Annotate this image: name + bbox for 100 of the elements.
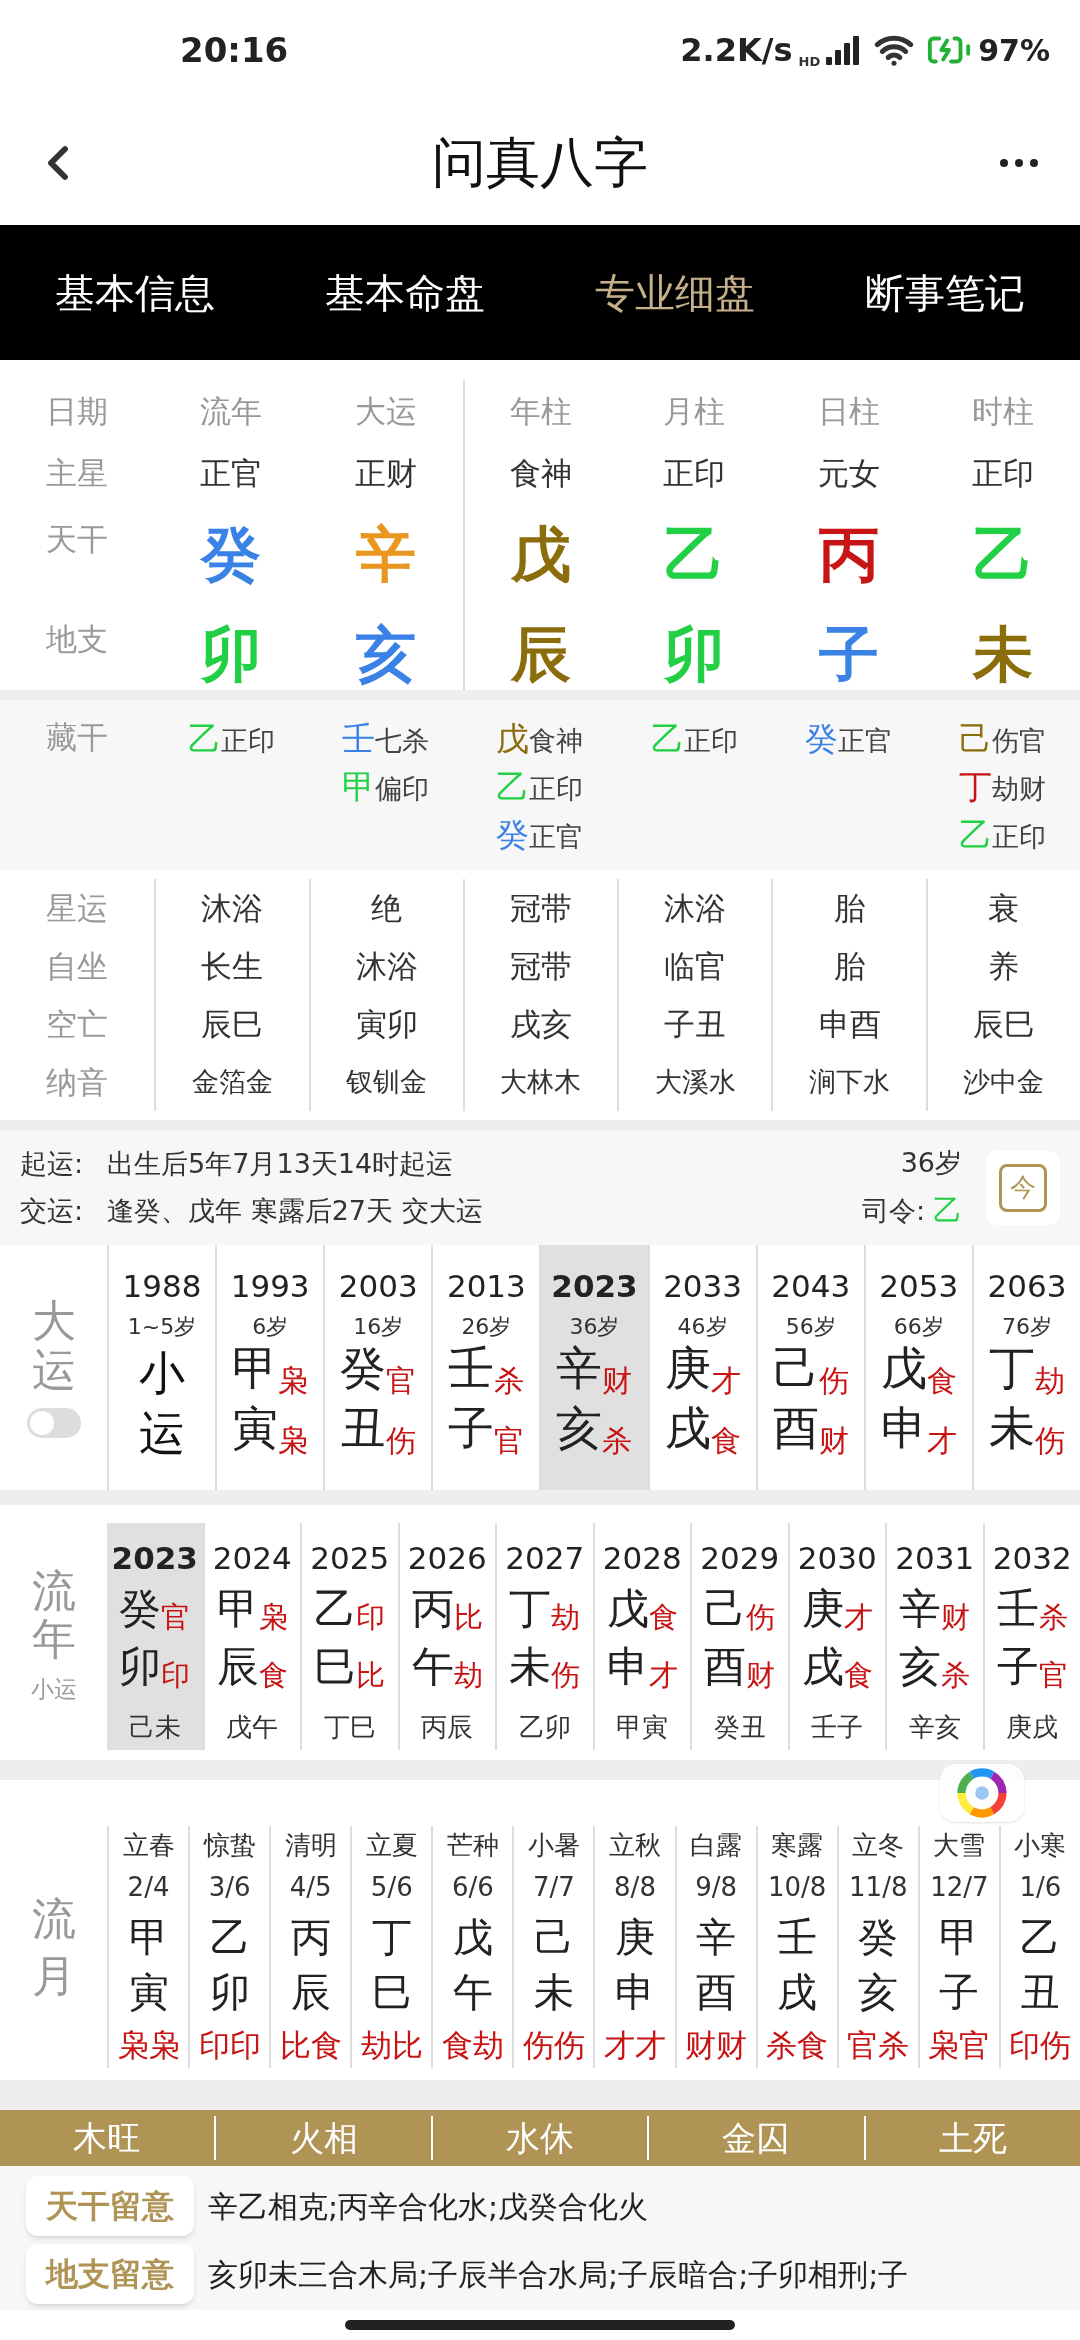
month-stem: 甲: [128, 1912, 169, 1962]
ten-god: 食: [648, 1599, 678, 1636]
row-label: 主星: [46, 453, 109, 493]
ten-gods: 食劫: [441, 2025, 504, 2065]
term-date: 1/6: [1019, 1871, 1062, 1905]
tab[interactable]: 基本信息: [55, 262, 215, 323]
year: 1988: [122, 1267, 202, 1306]
ten-god: 官: [386, 1361, 417, 1400]
term-date: 5/6: [370, 1871, 413, 1905]
signal-icon: [826, 35, 861, 65]
luck-branch: 未: [988, 1399, 1035, 1457]
month-stem: 丁: [371, 1912, 412, 1962]
ten-gods: 印印: [198, 2025, 261, 2065]
term-date: 7/7: [533, 1871, 575, 1905]
age: 36岁: [569, 1312, 620, 1341]
year: 2023: [111, 1539, 198, 1578]
month-stem: 壬: [777, 1912, 818, 1962]
hidden-stem: 乙: [496, 766, 530, 808]
minor-luck: 戊午: [226, 1710, 279, 1744]
stage-value: 涧下水: [809, 1064, 891, 1099]
month-branch: 申: [615, 1968, 655, 2018]
solar-term: 立冬: [852, 1829, 905, 1862]
column-header: 日柱: [817, 391, 880, 431]
ten-god: 伤官: [992, 724, 1047, 758]
floating-button[interactable]: [940, 1764, 1024, 1822]
term-date: 8/8: [614, 1871, 656, 1905]
minor-luck: 乙卯: [518, 1710, 571, 1744]
solar-term: 立秋: [609, 1829, 661, 1862]
earthly-branch: 辰: [511, 618, 571, 691]
year: 2025: [310, 1539, 390, 1578]
hidden-stem: 乙: [959, 814, 993, 856]
age: 6岁: [252, 1312, 289, 1341]
row-label: 自坐: [46, 946, 109, 986]
ten-god: 伤: [386, 1422, 417, 1460]
tab[interactable]: 基本命盘: [325, 262, 485, 323]
ten-gods: 印伤: [1009, 2025, 1072, 2065]
earthly-branch: 卯: [201, 618, 262, 691]
ten-god: 财: [746, 1657, 776, 1694]
info-text: 出生后5年7月13天14时起运: [107, 1147, 454, 1181]
phase-label: 水休: [506, 2116, 574, 2160]
year: 2003: [338, 1267, 418, 1306]
ten-god: 才: [843, 1600, 873, 1636]
ten-god: 伤: [551, 1658, 581, 1694]
hidden-stem: 乙: [650, 718, 684, 760]
term-date: 2/4: [127, 1871, 170, 1905]
year: 2063: [987, 1267, 1067, 1306]
luck-branch: 寅: [232, 1399, 279, 1457]
ten-gods: 劫比: [360, 2025, 423, 2065]
stage-value: 临官: [664, 946, 727, 986]
solar-term: 小暑: [527, 1829, 580, 1862]
minor-luck: 丙辰: [421, 1710, 474, 1744]
luck-stem: 小: [139, 1344, 186, 1402]
tab[interactable]: 断事笔记: [865, 262, 1025, 323]
ten-god: 财: [602, 1361, 633, 1400]
phase-label: 火相: [289, 2116, 358, 2160]
ten-god: 才: [926, 1421, 957, 1460]
battery-level: 97%: [978, 31, 1050, 70]
month-stem: 辛: [696, 1912, 737, 1962]
year-branch: 辰: [216, 1640, 259, 1693]
ten-god: 偏印: [375, 772, 430, 806]
stage-value: 长生: [201, 946, 264, 986]
luck-stem: 丁: [988, 1339, 1035, 1397]
stage-value: 冠带: [510, 946, 572, 986]
ten-god: 劫: [1034, 1362, 1065, 1400]
heavenly-stem: 乙: [664, 518, 725, 591]
year-stem: 壬: [996, 1582, 1039, 1635]
tab[interactable]: 专业细盘: [595, 262, 755, 323]
year-branch: 巳: [314, 1640, 357, 1693]
year-branch: 亥: [899, 1640, 942, 1693]
ten-god: 食: [710, 1421, 741, 1460]
minor-luck: 辛亥: [908, 1710, 961, 1744]
hd-label: HD: [798, 53, 821, 71]
age: 26岁: [461, 1312, 512, 1341]
minor-luck: 己未: [128, 1710, 181, 1744]
stage-value: 辰巳: [972, 1004, 1035, 1044]
heavenly-stem: 乙: [972, 518, 1033, 591]
heavenly-stem: 癸: [201, 518, 262, 591]
ten-god: 正印: [220, 724, 275, 758]
ten-god: 枭: [258, 1599, 288, 1636]
ten-god: 劫: [551, 1600, 581, 1636]
ten-god: 枭: [278, 1421, 309, 1460]
age: 46岁: [677, 1312, 728, 1341]
toggle-switch[interactable]: [26, 1407, 81, 1438]
earthly-branch: 子: [818, 618, 879, 691]
year-stem: 乙: [314, 1582, 357, 1635]
year: 2013: [446, 1267, 526, 1306]
term-date: 10/8: [767, 1871, 827, 1905]
year: 2023: [551, 1267, 638, 1306]
year: 2030: [797, 1539, 877, 1578]
year-stem: 己: [704, 1582, 747, 1635]
ten-gods: 枭枭: [117, 2025, 180, 2065]
hidden-stem: 甲: [342, 766, 376, 808]
year-stem: 戊: [606, 1582, 649, 1635]
year-stem: 甲: [216, 1582, 259, 1635]
ten-god: 印: [356, 1599, 386, 1636]
luck-branch: 申: [880, 1399, 927, 1457]
current-age: 36岁: [900, 1145, 962, 1180]
ten-god: 才: [710, 1361, 741, 1400]
more-icon: [1000, 158, 1038, 167]
ten-god: 正印: [992, 820, 1047, 854]
